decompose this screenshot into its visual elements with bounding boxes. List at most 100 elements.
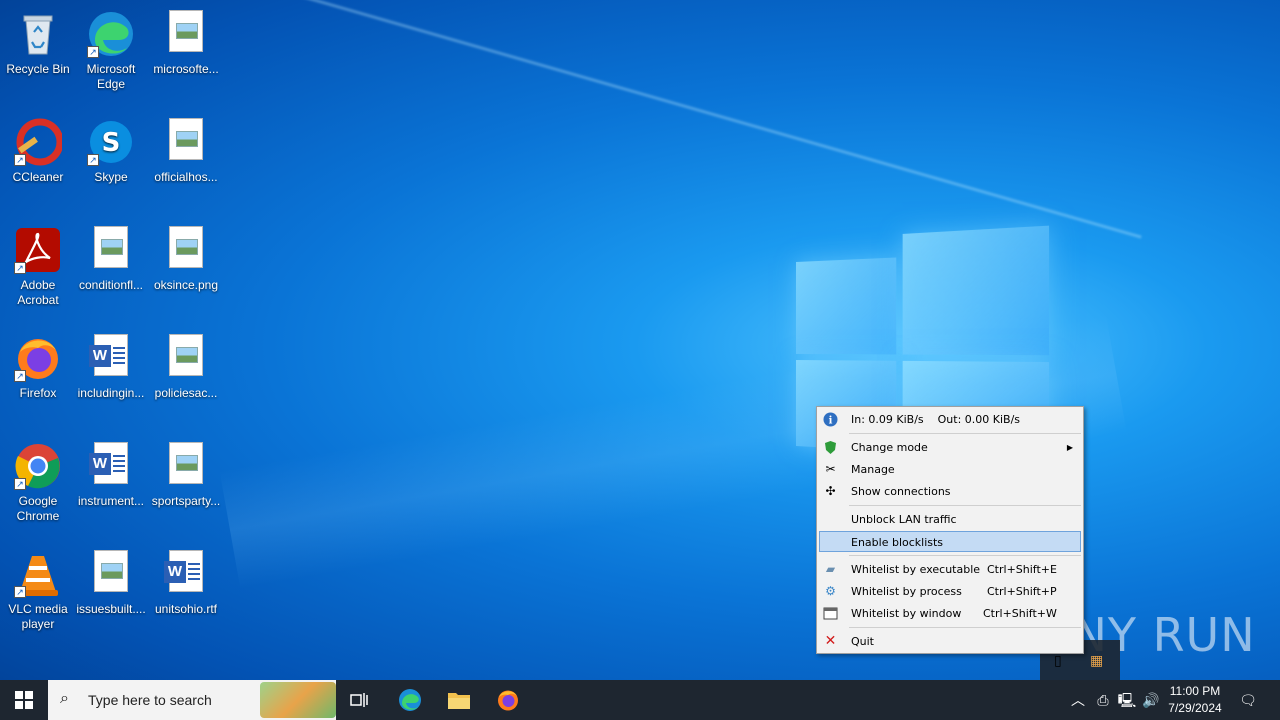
desktop-icon-google-chrome[interactable]: ↗ Google Chrome <box>0 436 76 524</box>
image-file-icon <box>162 334 210 382</box>
menu-item-show-connections[interactable]: ✣ Show connections <box>819 481 1081 502</box>
desktop-icon-file[interactable]: policiesac... <box>148 328 224 401</box>
desktop-icon-label: Google Chrome <box>16 494 60 523</box>
tray-app-icon[interactable]: ▯ <box>1054 652 1062 669</box>
search-highlight-image <box>260 682 336 718</box>
desktop-icon-file[interactable]: W unitsohio.rtf <box>148 544 224 617</box>
clock-date: 7/29/2024 <box>1168 701 1222 715</box>
desktop-icon-file[interactable]: issuesbuilt.... <box>73 544 149 617</box>
desktop-icon-adobe-acrobat[interactable]: ↗ Adobe Acrobat <box>0 220 76 308</box>
image-file-icon <box>162 10 210 58</box>
desktop-icon-skype[interactable]: S ↗ Skype <box>73 112 149 185</box>
gear-icon: ⚙ <box>825 584 836 598</box>
menu-item-quit[interactable]: ✕ Quit <box>819 631 1081 652</box>
desktop-icon-label: issuesbuilt.... <box>76 602 146 616</box>
tools-icon: ✂ <box>825 462 836 476</box>
menu-item-whitelist-process[interactable]: ⚙ Whitelist by process Ctrl+Shift+P <box>819 581 1081 602</box>
menu-item-whitelist-executable[interactable]: ▰ Whitelist by executable Ctrl+Shift+E <box>819 559 1081 580</box>
clock-time: 11:00 PM <box>1169 684 1221 698</box>
desktop-icon-file[interactable]: officialhos... <box>148 112 224 185</box>
tray-meet-now[interactable]: ⎙ <box>1093 680 1113 720</box>
menu-item-whitelist-window[interactable]: Whitelist by window Ctrl+Shift+W <box>819 603 1081 624</box>
windows-start-icon <box>15 691 33 709</box>
desktop-icon-label: oksince.png <box>153 278 219 292</box>
tray-volume[interactable]: 🔊 <box>1141 680 1161 720</box>
executable-icon: ▰ <box>825 562 836 576</box>
edge-icon <box>399 689 421 711</box>
desktop-icon-file[interactable]: W includingin... <box>73 328 149 401</box>
desktop-icon-label: conditionfl... <box>78 278 144 292</box>
show-hidden-icons-button[interactable]: ︿ <box>1068 680 1088 720</box>
tray-context-menu: i In: 0.09 KiB/s Out: 0.00 KiB/s Change … <box>816 406 1084 654</box>
folder-icon <box>448 693 470 709</box>
desktop-icon-label: Microsoft Edge <box>86 62 136 91</box>
recycle-bin-icon <box>14 10 62 58</box>
action-center-button[interactable]: 🗨 <box>1236 680 1260 720</box>
desktop-icon-ccleaner[interactable]: ↗ CCleaner <box>0 112 76 185</box>
submenu-arrow-icon: ▶ <box>1066 443 1073 452</box>
desktop-icon-recycle-bin[interactable]: Recycle Bin <box>0 4 76 77</box>
menu-item-unblock-lan[interactable]: Unblock LAN traffic <box>819 509 1081 530</box>
menu-separator <box>849 555 1081 556</box>
camera-icon: ⎙ <box>1097 692 1109 708</box>
ccleaner-icon: ↗ <box>14 118 64 166</box>
acrobat-icon: ↗ <box>14 226 62 274</box>
desktop-icon-label: sportsparty... <box>151 494 221 508</box>
search-placeholder: Type here to search <box>88 692 212 708</box>
taskbar-search-box[interactable]: ⌕ Type here to search <box>48 680 336 720</box>
tray-network[interactable]: 🖳 <box>1117 680 1137 720</box>
taskbar-file-explorer[interactable] <box>435 680 483 720</box>
desktop-icon-label: unitsohio.rtf <box>154 602 218 616</box>
desktop-icon-label: Adobe Acrobat <box>17 278 59 307</box>
word-file-icon: W <box>87 334 135 382</box>
image-file-icon <box>162 118 210 166</box>
start-button[interactable] <box>0 680 48 720</box>
menu-separator <box>849 505 1081 506</box>
menu-item-change-mode[interactable]: Change mode ▶ <box>819 437 1081 458</box>
desktop-icon-label: Recycle Bin <box>6 62 70 76</box>
desktop-icon-label: officialhos... <box>154 170 218 184</box>
info-icon: i <box>823 412 838 427</box>
desktop-icon-vlc[interactable]: ↗ VLC media player <box>0 544 76 632</box>
desktop-icon-label: Skype <box>94 170 128 184</box>
chevron-up-icon: ︿ <box>1071 692 1085 708</box>
task-view-icon <box>350 693 368 707</box>
menu-separator <box>849 627 1081 628</box>
vlc-icon: ↗ <box>14 550 62 598</box>
desktop-icon-file[interactable]: W instrument... <box>73 436 149 509</box>
edge-icon: ↗ <box>87 10 135 58</box>
notification-icon: 🗨 <box>1239 692 1257 708</box>
taskbar-firefox[interactable] <box>484 680 532 720</box>
close-icon: ✕ <box>824 633 837 649</box>
task-view-button[interactable] <box>336 680 384 720</box>
menu-item-manage[interactable]: ✂ Manage <box>819 459 1081 480</box>
desktop-icon-file[interactable]: sportsparty... <box>148 436 224 509</box>
menu-separator <box>849 433 1081 434</box>
desktop-icon-label: VLC media player <box>8 602 68 631</box>
taskbar: ⌕ Type here to search ︿ ⎙ 🖳 🔊 11:00 PM 7… <box>0 680 1280 720</box>
desktop-icon-microsoft-edge[interactable]: ↗ Microsoft Edge <box>73 4 149 92</box>
image-file-icon <box>87 226 135 274</box>
image-file-icon <box>162 442 210 490</box>
desktop-icon-firefox[interactable]: ↗ Firefox <box>0 328 76 401</box>
image-file-icon <box>162 226 210 274</box>
desktop-icon-label: Firefox <box>19 386 57 400</box>
word-file-icon: W <box>162 550 210 598</box>
menu-item-enable-blocklists[interactable]: Enable blocklists <box>819 531 1081 552</box>
wallpaper-beam <box>179 0 1142 239</box>
speaker-icon: 🔊 <box>1142 692 1160 708</box>
menu-traffic-info: i In: 0.09 KiB/s Out: 0.00 KiB/s <box>819 409 1081 430</box>
desktop-icon-file[interactable]: conditionfl... <box>73 220 149 293</box>
svg-text:i: i <box>829 416 833 427</box>
taskbar-clock[interactable]: 11:00 PM 7/29/2024 <box>1160 683 1230 717</box>
search-icon: ⌕ <box>60 690 69 707</box>
taskbar-edge[interactable] <box>386 680 434 720</box>
desktop-icon-file[interactable]: microsofte... <box>148 4 224 77</box>
svg-text:S: S <box>102 128 121 158</box>
desktop-icon-file[interactable]: oksince.png <box>148 220 224 293</box>
image-file-icon <box>87 550 135 598</box>
desktop-icon-label: instrument... <box>77 494 145 508</box>
firewall-tray-icon[interactable]: ▦ <box>1090 652 1103 669</box>
desktop-icon-label: microsofte... <box>153 62 219 76</box>
window-icon <box>823 606 838 621</box>
